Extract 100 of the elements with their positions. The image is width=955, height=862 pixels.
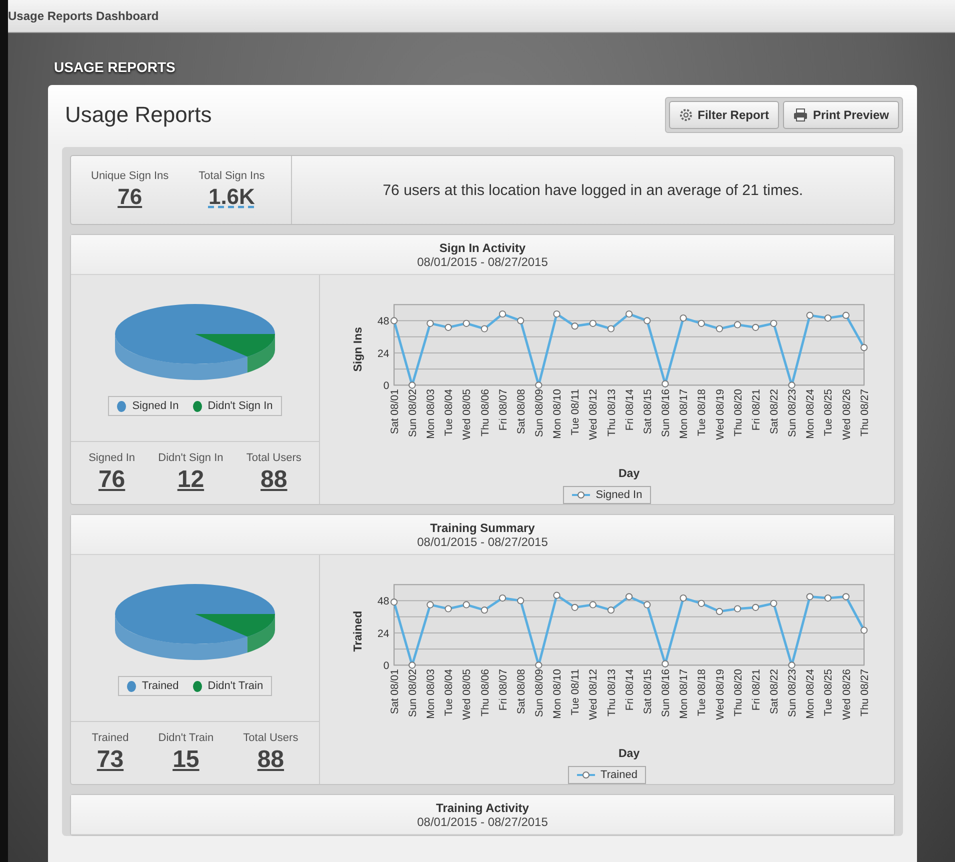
y-axis-label: Trained	[352, 610, 364, 652]
x-tick-label: Tue 08/11	[570, 389, 582, 436]
page-heading: USAGE REPORTS	[54, 59, 176, 75]
stat-value[interactable]: 15	[172, 746, 200, 774]
x-tick-label: Mon 08/10	[552, 669, 564, 719]
data-point	[698, 320, 705, 327]
x-tick-label: Sat 08/22	[768, 389, 781, 434]
x-tick-label: Thu 08/20	[732, 389, 744, 436]
x-tick-label: Thu 08/27	[858, 389, 871, 436]
stat-value[interactable]: 12	[177, 466, 204, 494]
stat-label: Total Users	[243, 732, 298, 744]
line-marker-icon	[576, 771, 595, 779]
data-point	[626, 593, 633, 600]
stat-value[interactable]: 1.6K	[208, 184, 255, 210]
data-point	[734, 605, 742, 612]
data-point	[462, 320, 470, 327]
gear-icon	[678, 108, 693, 122]
legend-label: Signed In	[132, 400, 179, 412]
x-tick-label: Sun 08/23	[786, 669, 799, 718]
filter-report-button[interactable]: Filter Report	[668, 101, 779, 129]
data-point	[462, 601, 470, 608]
x-tick-label: Wed 08/19	[714, 669, 726, 720]
data-point	[680, 314, 687, 322]
x-tick-label: Mon 08/17	[678, 389, 690, 439]
data-point	[589, 601, 596, 608]
x-tick-label: Fri 08/21	[750, 389, 762, 431]
data-point	[553, 592, 560, 599]
section-title: Training Activity	[436, 801, 529, 815]
x-tick-label: Tue 08/18	[696, 389, 708, 436]
x-tick-label: Sun 08/09	[534, 669, 546, 718]
data-point	[662, 660, 669, 668]
data-point	[860, 344, 868, 352]
stat-value[interactable]: 76	[98, 466, 126, 494]
data-point	[571, 604, 578, 611]
x-tick-label: Sun 08/16	[660, 389, 672, 438]
print-preview-button[interactable]: Print Preview	[782, 101, 899, 129]
data-point	[444, 324, 452, 331]
legend-label: Signed In	[596, 489, 642, 501]
x-tick-label: Mon 08/24	[804, 389, 817, 439]
data-point	[408, 382, 416, 389]
data-point	[824, 314, 832, 322]
x-axis-label: Day	[618, 748, 640, 760]
legend-label: Didn't Sign In	[208, 400, 273, 412]
x-tick-label: Sun 08/23	[786, 389, 799, 438]
stat-value[interactable]: 73	[96, 746, 124, 774]
stat-value[interactable]: 76	[118, 184, 142, 210]
x-tick-label: Thu 08/06	[479, 389, 492, 436]
legend-label: Trained	[600, 769, 638, 781]
stat-label: Unique Sign Ins	[91, 170, 169, 182]
x-tick-label: Fri 08/21	[750, 669, 762, 711]
data-point	[770, 320, 778, 327]
data-point	[806, 593, 814, 600]
x-tick-label: Wed 08/19	[714, 389, 726, 440]
x-tick-label: Thu 08/27	[858, 669, 871, 716]
x-tick-label: Fri 08/14	[624, 669, 636, 711]
data-point	[680, 594, 687, 602]
x-tick-label: Sat 08/22	[768, 669, 781, 714]
data-point	[444, 605, 452, 612]
data-point	[824, 594, 832, 602]
legend-label: Didn't Train	[208, 680, 264, 692]
x-tick-label: Sat 08/01	[388, 389, 401, 434]
stat-value[interactable]: 88	[257, 746, 284, 774]
data-point	[535, 662, 542, 669]
x-tick-label: Mon 08/10	[552, 389, 564, 439]
date-range: 08/01/2015 - 08/27/2015	[417, 535, 548, 549]
x-tick-label: Sun 08/16	[660, 669, 672, 718]
card-title: Usage Reports	[65, 102, 212, 128]
x-tick-label: Fri 08/07	[497, 669, 510, 711]
date-range: 08/01/2015 - 08/27/2015	[417, 255, 548, 269]
data-point	[390, 598, 398, 606]
data-point	[788, 382, 796, 389]
data-point	[553, 310, 560, 318]
x-axis-label: Day	[618, 468, 640, 480]
y-tick-label: 48	[378, 316, 390, 328]
x-tick-label: Wed 08/12	[588, 669, 600, 720]
y-tick-label: 24	[378, 628, 390, 640]
data-point	[752, 604, 760, 611]
x-tick-label: Tue 08/04	[443, 389, 456, 436]
x-tick-label: Thu 08/06	[479, 669, 492, 716]
stat-value[interactable]: 88	[260, 466, 288, 494]
x-tick-label: Wed 08/26	[840, 389, 853, 440]
data-point	[480, 606, 488, 614]
window-title: Usage Reports Dashboard	[8, 9, 159, 23]
data-point	[644, 317, 651, 324]
data-point	[426, 601, 434, 608]
x-tick-label: Tue 08/04	[443, 669, 456, 716]
data-point	[842, 312, 850, 319]
x-tick-label: Mon 08/17	[678, 669, 690, 719]
y-tick-label: 24	[378, 348, 390, 360]
x-tick-label: Sat 08/08	[515, 669, 528, 714]
legend-label: Trained	[142, 680, 179, 692]
data-point	[589, 320, 596, 327]
x-tick-label: Wed 08/26	[840, 669, 853, 720]
data-point	[517, 597, 524, 604]
x-tick-label: Tue 08/25	[822, 389, 835, 436]
data-point	[607, 325, 615, 332]
x-tick-label: Thu 08/13	[606, 669, 618, 716]
x-tick-label: Sun 08/09	[534, 389, 546, 438]
data-point	[698, 600, 705, 607]
x-tick-label: Mon 08/03	[425, 669, 438, 719]
